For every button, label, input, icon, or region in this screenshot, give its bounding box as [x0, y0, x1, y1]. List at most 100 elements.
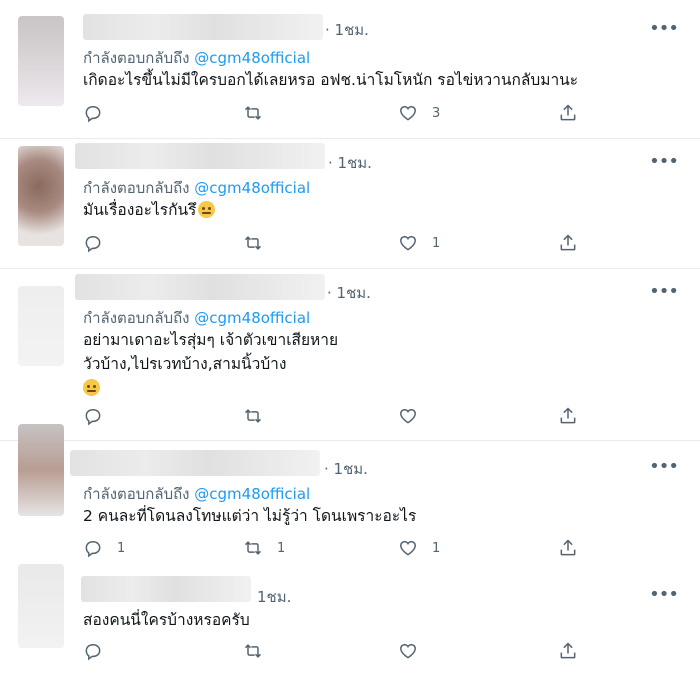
heart-icon [400, 105, 416, 121]
mention-link[interactable]: @cgm48official [194, 485, 310, 503]
share-button[interactable] [558, 406, 578, 426]
reply-button[interactable]: 1 [83, 538, 125, 558]
author-name-blurred[interactable] [83, 14, 323, 40]
retweet-icon [244, 236, 262, 250]
like-button[interactable]: 1 [398, 233, 440, 253]
retweet-button[interactable] [243, 406, 277, 426]
reply-button[interactable] [83, 641, 117, 661]
retweet-count: 1 [277, 540, 286, 556]
tweet-text-line: มันเรื่องอะไรกันรึ [83, 201, 197, 219]
author-name-blurred[interactable] [70, 450, 320, 476]
reply-icon [85, 235, 101, 253]
reply-tweet[interactable]: · 1ชม. ••• กำลังตอบกลับถึง @cgm48officia… [0, 268, 700, 441]
reply-tweet[interactable]: · 1ชม. ••• กำลังตอบกลับถึง @cgm48officia… [0, 0, 700, 139]
thinking-emoji [198, 201, 216, 218]
like-count: 1 [432, 540, 441, 556]
mention-link[interactable]: @cgm48official [194, 49, 310, 67]
persevering-emoji [83, 379, 100, 396]
like-count: 1 [432, 235, 441, 251]
mention-link[interactable]: @cgm48official [194, 179, 310, 197]
tweet-text: สองคนนี่ใครบ้างหรอครับ [83, 608, 250, 632]
tweet-text: มันเรื่องอะไรกันรึ [83, 198, 216, 222]
tweet-text: เกิดอะไรขึ้นไม่มีใครบอกได้เลยหรอ อฟช.น่า… [83, 68, 578, 92]
share-button[interactable] [558, 233, 578, 253]
tweet-text-line: วัวบ้าง,ไปรเวทบ้าง,สามนิ้วบ้าง [83, 355, 287, 373]
tweet-timestamp[interactable]: · 1ชม. [327, 281, 371, 305]
replying-to: กำลังตอบกลับถึง @cgm48official [83, 46, 310, 70]
reply-count: 1 [117, 540, 126, 556]
tweet-text: อย่ามาเดาอะไรสุ่มๆ เจ้าตัวเขาเสียหาย วัว… [83, 328, 338, 400]
heart-icon [400, 540, 416, 556]
tweet-text-line: เกิดอะไรขึ้นไม่มีใครบอกได้เลยหรอ อฟช.น่า… [83, 71, 579, 89]
retweet-icon [244, 409, 262, 423]
share-icon [560, 642, 576, 659]
reply-icon [85, 643, 101, 661]
share-button[interactable] [558, 103, 578, 123]
avatar[interactable] [18, 424, 64, 516]
tweet-text-line: สองคนนี่ใครบ้างหรอครับ [83, 611, 250, 629]
action-bar [83, 406, 588, 428]
reply-button[interactable] [83, 406, 117, 426]
reply-icon [85, 408, 101, 426]
more-icon[interactable]: ••• [649, 458, 679, 476]
author-name-blurred[interactable] [81, 576, 251, 602]
heart-icon [400, 408, 416, 424]
reply-tweet[interactable]: · 1ชม. ••• กำลังตอบกลับถึง @cgm48officia… [0, 424, 700, 564]
author-name-blurred[interactable] [75, 143, 325, 169]
share-icon [560, 104, 576, 121]
share-icon [560, 539, 576, 556]
retweet-button[interactable]: 1 [243, 538, 285, 558]
like-count: 3 [432, 105, 441, 121]
share-icon [560, 407, 576, 424]
reply-button[interactable] [83, 233, 117, 253]
retweet-button[interactable] [243, 641, 277, 661]
replying-prefix: กำลังตอบกลับถึง [83, 309, 190, 327]
retweet-icon [244, 644, 262, 658]
heart-icon [400, 643, 416, 659]
tweet-text: 2 คนละที่โดนลงโทษแต่ว่า ไม่รู้ว่า โดนเพร… [83, 504, 416, 528]
share-button[interactable] [558, 538, 578, 558]
reply-button[interactable] [83, 103, 117, 123]
replying-to: กำลังตอบกลับถึง @cgm48official [83, 176, 310, 200]
more-icon[interactable]: ••• [649, 586, 679, 604]
share-button[interactable] [558, 641, 578, 661]
like-button[interactable] [398, 641, 432, 661]
more-icon[interactable]: ••• [649, 283, 679, 301]
tweet-text-line: อย่ามาเดาอะไรสุ่มๆ เจ้าตัวเขาเสียหาย [83, 331, 339, 349]
author-name-blurred[interactable] [75, 274, 325, 300]
action-bar: 1 [83, 233, 588, 255]
tweet-timestamp[interactable]: 1ชม. [257, 585, 291, 609]
replying-to: กำลังตอบกลับถึง @cgm48official [83, 306, 310, 330]
tweet-timestamp[interactable]: · 1ชม. [325, 18, 369, 42]
action-bar [83, 641, 588, 663]
reply-icon [85, 540, 101, 558]
share-icon [560, 234, 576, 251]
retweet-icon [244, 541, 262, 555]
tweet-text-line: 2 คนละที่โดนลงโทษแต่ว่า ไม่รู้ว่า โดนเพร… [83, 507, 417, 525]
replying-prefix: กำลังตอบกลับถึง [83, 485, 190, 503]
more-icon[interactable]: ••• [649, 153, 679, 171]
action-bar: 3 [83, 103, 588, 125]
action-bar: 1 1 1 [83, 538, 588, 560]
retweet-button[interactable] [243, 233, 277, 253]
like-button[interactable]: 1 [398, 538, 440, 558]
like-button[interactable] [398, 406, 432, 426]
tweet-timestamp[interactable]: · 1ชม. [324, 457, 368, 481]
tweet-timestamp[interactable]: · 1ชม. [328, 151, 372, 175]
reply-tweet[interactable]: 1ชม. ••• สองคนนี่ใครบ้างหรอครับ [0, 564, 700, 676]
avatar[interactable] [18, 564, 64, 648]
replying-to: กำลังตอบกลับถึง @cgm48official [83, 482, 310, 506]
mention-link[interactable]: @cgm48official [194, 309, 310, 327]
avatar[interactable] [18, 286, 64, 366]
retweet-button[interactable] [243, 103, 277, 123]
retweet-icon [244, 106, 262, 120]
replying-prefix: กำลังตอบกลับถึง [83, 49, 190, 67]
avatar[interactable] [18, 16, 64, 106]
reply-tweet[interactable]: · 1ชม. ••• กำลังตอบกลับถึง @cgm48officia… [0, 138, 700, 269]
heart-icon [400, 235, 416, 251]
reply-icon [85, 105, 101, 123]
more-icon[interactable]: ••• [649, 20, 679, 38]
avatar[interactable] [18, 146, 64, 246]
like-button[interactable]: 3 [398, 103, 440, 123]
replying-prefix: กำลังตอบกลับถึง [83, 179, 190, 197]
